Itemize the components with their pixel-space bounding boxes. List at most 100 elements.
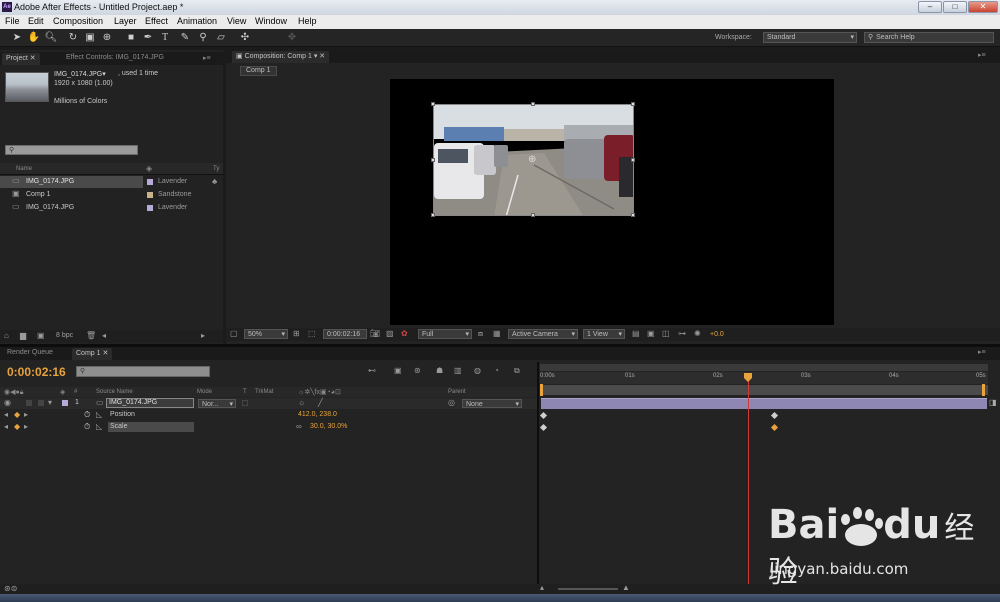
lock-box[interactable] bbox=[38, 400, 44, 406]
rotate-tool-icon[interactable]: ↻ bbox=[66, 31, 80, 45]
next-keyframe-icon[interactable]: ▸ bbox=[24, 410, 28, 420]
col-track-t[interactable]: T bbox=[243, 389, 247, 395]
graph-icon[interactable]: ◺ bbox=[96, 410, 102, 420]
live-update-icon[interactable]: ▣ bbox=[394, 366, 402, 376]
menu-view[interactable]: View bbox=[227, 16, 246, 26]
trash-icon[interactable]: 🗑︎ bbox=[86, 331, 96, 341]
anchor-point-icon[interactable]: ⊕ bbox=[528, 154, 536, 165]
timeline-icon[interactable]: ◫ bbox=[662, 329, 670, 339]
col-trkmat[interactable]: TrkMat bbox=[255, 389, 273, 395]
menu-effect[interactable]: Effect bbox=[145, 16, 168, 26]
layer-handle-l[interactable] bbox=[431, 158, 435, 162]
pick-whip-icon[interactable]: ◎ bbox=[448, 398, 455, 408]
col-layer-number[interactable]: # bbox=[74, 389, 77, 395]
views-select[interactable]: 1 View ▾ bbox=[583, 329, 625, 339]
solo-box[interactable] bbox=[26, 400, 32, 406]
zoom-select[interactable]: 50% ▾ bbox=[244, 329, 288, 339]
stopwatch-icon[interactable]: ⏱︎ bbox=[84, 422, 90, 432]
eye-icon[interactable]: ◉ bbox=[4, 398, 11, 408]
eraser-tool-icon[interactable]: ▱ bbox=[214, 31, 228, 45]
layer-row[interactable]: ◉ ▾ 1 ▭ IMG_0174.JPG Nor... ▾ ☼ ╱ ◎ None ▾ bbox=[0, 398, 538, 409]
maximize-button[interactable]: □ bbox=[943, 1, 967, 13]
draft-3d-icon[interactable]: ⊛ bbox=[414, 366, 421, 376]
comp-mini-flowchart-icon[interactable]: ⊷ bbox=[368, 366, 376, 376]
comp-timecode[interactable]: 0:00:02:16 bbox=[323, 329, 367, 339]
menu-animation[interactable]: Animation bbox=[177, 16, 217, 26]
graph-icon[interactable]: ◺ bbox=[96, 422, 102, 432]
scroll-left-icon[interactable]: ◂ bbox=[102, 331, 106, 341]
property-row-position[interactable]: ◂ ◆ ▸ ⏱︎ ◺ Position 412.0, 238.0 bbox=[0, 410, 538, 421]
expand-panes-icon[interactable]: ⊛⊜ bbox=[4, 584, 17, 594]
col-type[interactable]: Ty bbox=[213, 166, 219, 172]
layer-handle-r[interactable] bbox=[631, 158, 635, 162]
project-item-footage[interactable]: ▭ IMG_0174.JPG Lavender ♣ bbox=[0, 176, 223, 188]
col-name[interactable]: Name bbox=[16, 166, 32, 172]
tab-composition[interactable]: ▣ Composition: Comp 1 ▾ ✕ bbox=[232, 51, 330, 63]
type-tool-icon[interactable]: T bbox=[158, 31, 172, 45]
hide-shy-layers-icon[interactable]: ☗ bbox=[436, 366, 443, 376]
timeline-search-input[interactable]: ⚲ bbox=[76, 366, 210, 377]
layer-handle-tl[interactable] bbox=[431, 102, 435, 106]
safe-zones-icon[interactable]: ⊞ bbox=[293, 329, 300, 339]
toggle-pixel-icon[interactable]: ▤ bbox=[632, 329, 640, 339]
parent-select[interactable]: None ▾ bbox=[462, 399, 522, 408]
motion-blur-icon[interactable]: ◍ bbox=[474, 366, 481, 376]
zoom-in-icon[interactable]: ▲ bbox=[622, 583, 630, 593]
brush-tool-icon[interactable]: ✎ bbox=[178, 31, 192, 45]
flowchart-icon[interactable]: ⊶ bbox=[678, 329, 686, 339]
blend-mode-select[interactable]: Nor... ▾ bbox=[198, 399, 236, 408]
pen-tool-icon[interactable]: ✒ bbox=[141, 31, 155, 45]
col-parent[interactable]: Parent bbox=[448, 389, 466, 395]
menu-edit[interactable]: Edit bbox=[28, 16, 44, 26]
timeline-zoom-slider[interactable] bbox=[558, 588, 618, 590]
transparency-grid-icon[interactable]: ▦ bbox=[493, 329, 501, 339]
zoom-tool-icon[interactable]: 🔍︎ bbox=[44, 31, 58, 45]
menu-layer[interactable]: Layer bbox=[114, 16, 137, 26]
close-button[interactable]: ✕ bbox=[968, 1, 998, 13]
panel-menu-icon[interactable]: ▸≡ bbox=[203, 54, 211, 62]
stopwatch-icon[interactable]: ⏱︎ bbox=[84, 410, 90, 420]
layer-handle-b[interactable] bbox=[531, 213, 535, 217]
layer-handle-t[interactable] bbox=[531, 102, 535, 106]
camera-tool-icon[interactable]: ▣ bbox=[83, 31, 97, 45]
label-column-icon[interactable]: ◈ bbox=[146, 164, 152, 173]
playhead-line[interactable] bbox=[748, 376, 749, 584]
project-item-footage-2[interactable]: ▭ IMG_0174.JPG Lavender bbox=[0, 202, 223, 214]
work-area-end-handle[interactable] bbox=[982, 384, 985, 396]
search-help-input[interactable]: ⚲ Search Help bbox=[864, 32, 994, 43]
add-keyframe-icon[interactable]: ◆ bbox=[14, 422, 20, 432]
menu-composition[interactable]: Composition bbox=[53, 16, 103, 26]
menu-window[interactable]: Window bbox=[255, 16, 287, 26]
layer-label-swatch[interactable] bbox=[62, 400, 68, 406]
bpc-button[interactable]: 8 bpc bbox=[56, 332, 73, 339]
expand-triangle-icon[interactable]: ▾ bbox=[48, 398, 52, 408]
property-value[interactable]: 30.0, 30.0% bbox=[310, 423, 347, 430]
frame-blending-icon[interactable]: ▥ bbox=[454, 366, 462, 376]
menu-file[interactable]: File bbox=[5, 16, 20, 26]
property-value[interactable]: 412.0, 238.0 bbox=[298, 411, 337, 418]
brainstorm-icon[interactable]: ◔ bbox=[494, 366, 499, 376]
exposure-icon[interactable]: ✺ bbox=[694, 329, 701, 339]
time-navigator[interactable] bbox=[540, 364, 988, 371]
new-folder-icon[interactable]: ▆ bbox=[20, 331, 26, 341]
shy-switch-icon[interactable]: ☼ bbox=[298, 398, 305, 408]
snapshot-icon[interactable]: 📷︎ bbox=[370, 329, 380, 339]
panel-menu-icon[interactable]: ▸≡ bbox=[978, 348, 986, 356]
work-area-bar[interactable] bbox=[540, 385, 988, 395]
graph-editor-icon[interactable]: ⧉ bbox=[514, 366, 520, 376]
minimize-button[interactable]: – bbox=[918, 1, 942, 13]
time-ruler[interactable]: 0:00s 01s 02s 03s 04s 05s bbox=[540, 372, 988, 384]
prev-keyframe-icon[interactable]: ◂ bbox=[4, 410, 8, 420]
region-of-interest-icon[interactable]: ⧈ bbox=[478, 329, 483, 339]
layer-name-field[interactable]: IMG_0174.JPG bbox=[106, 398, 194, 408]
quality-switch-icon[interactable]: ╱ bbox=[318, 398, 323, 408]
interpret-footage-icon[interactable]: ⌂ bbox=[4, 331, 9, 341]
tab-render-queue[interactable]: Render Queue bbox=[3, 348, 57, 360]
layer-handle-tr[interactable] bbox=[631, 102, 635, 106]
selection-tool-icon[interactable]: ➤ bbox=[10, 31, 24, 45]
project-search-input[interactable]: ⚲ bbox=[5, 145, 138, 155]
new-comp-icon[interactable]: ▣ bbox=[37, 331, 45, 341]
zoom-out-icon[interactable]: ▴ bbox=[540, 583, 544, 593]
prev-keyframe-icon[interactable]: ◂ bbox=[4, 422, 8, 432]
panel-menu-icon[interactable]: ▸≡ bbox=[978, 51, 986, 59]
